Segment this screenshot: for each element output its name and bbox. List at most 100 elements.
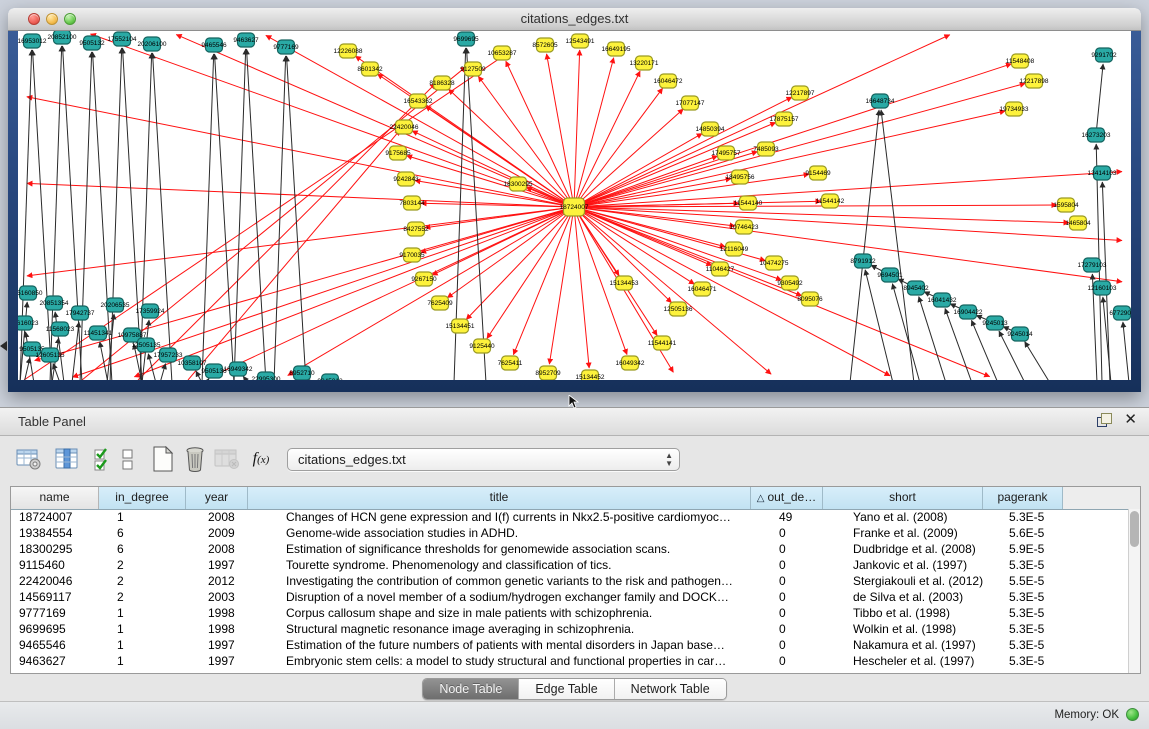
table-cell[interactable]: 5.3E-5 bbox=[983, 621, 1063, 637]
table-cell[interactable]: Changes of HCN gene expression and I(f) … bbox=[248, 509, 751, 525]
table-cell[interactable]: 0 bbox=[751, 637, 823, 653]
function-builder-icon[interactable]: f(x) bbox=[246, 444, 276, 474]
table-cell[interactable]: 18300295 bbox=[11, 541, 99, 557]
splitter-collapse-icon[interactable] bbox=[0, 341, 7, 351]
table-cell[interactable]: 2 bbox=[99, 589, 186, 605]
select-all-icon[interactable] bbox=[90, 444, 120, 474]
table-cell[interactable]: 2003 bbox=[186, 589, 248, 605]
table-cell[interactable]: 1997 bbox=[186, 557, 248, 573]
table-row[interactable]: 1938455462009Genome-wide association stu… bbox=[11, 525, 1128, 541]
table-cell[interactable]: 0 bbox=[751, 621, 823, 637]
table-cell[interactable]: 1 bbox=[99, 605, 186, 621]
table-cell[interactable]: Tourette syndrome. Phenomenology and cla… bbox=[248, 557, 751, 573]
table-cell[interactable]: 0 bbox=[751, 653, 823, 669]
table-cell[interactable]: Hescheler et al. (1997) bbox=[823, 653, 983, 669]
table-cell[interactable]: 2012 bbox=[186, 573, 248, 589]
table-cell[interactable]: 9699695 bbox=[11, 621, 99, 637]
table-cell[interactable]: 9463627 bbox=[11, 653, 99, 669]
table-cell[interactable]: 0 bbox=[751, 589, 823, 605]
table-cell[interactable]: 2008 bbox=[186, 541, 248, 557]
table-cell[interactable]: 0 bbox=[751, 605, 823, 621]
table-cell[interactable]: 5.5E-5 bbox=[983, 573, 1063, 589]
table-cell[interactable]: Jankovic et al. (1997) bbox=[823, 557, 983, 573]
table-row[interactable]: 1830029562008Estimation of significance … bbox=[11, 541, 1128, 557]
table-cell[interactable]: 0 bbox=[751, 557, 823, 573]
table-cell[interactable]: 19384554 bbox=[11, 525, 99, 541]
table-cell[interactable]: Investigating the contribution of common… bbox=[248, 573, 751, 589]
table-cell[interactable]: 6 bbox=[99, 525, 186, 541]
column-header-in-degree[interactable]: in_degree bbox=[99, 487, 186, 509]
table-row[interactable]: 2242004622012Investigating the contribut… bbox=[11, 573, 1128, 589]
table-cell[interactable]: 0 bbox=[751, 573, 823, 589]
unselect-rows-icon[interactable] bbox=[118, 444, 138, 474]
table-cell[interactable]: 1 bbox=[99, 509, 186, 525]
table-row[interactable]: 911546021997Tourette syndrome. Phenomeno… bbox=[11, 557, 1128, 573]
tab-edge-table[interactable]: Edge Table bbox=[519, 679, 614, 699]
table-cell[interactable]: de Silva et al. (2003) bbox=[823, 589, 983, 605]
table-cell[interactable]: Corpus callosum shape and size in male p… bbox=[248, 605, 751, 621]
show-columns-icon[interactable] bbox=[52, 444, 82, 474]
table-cell[interactable]: Genome-wide association studies in ADHD. bbox=[248, 525, 751, 541]
table-cell[interactable]: Dudbridge et al. (2008) bbox=[823, 541, 983, 557]
table-cell[interactable]: Disruption of a novel member of a sodium… bbox=[248, 589, 751, 605]
close-panel-icon[interactable]: ✕ bbox=[1124, 413, 1137, 427]
table-source-select[interactable]: citations_edges.txt ▲▼ bbox=[287, 448, 680, 471]
new-table-icon[interactable] bbox=[148, 444, 178, 474]
table-cell[interactable]: 9115460 bbox=[11, 557, 99, 573]
float-panel-icon[interactable] bbox=[1097, 413, 1112, 427]
table-cell[interactable]: 22420046 bbox=[11, 573, 99, 589]
table-cell[interactable]: 1998 bbox=[186, 605, 248, 621]
table-cell[interactable]: 1997 bbox=[186, 637, 248, 653]
table-cell[interactable]: 5.3E-5 bbox=[983, 605, 1063, 621]
table-cell[interactable]: 1 bbox=[99, 637, 186, 653]
tab-network-table[interactable]: Network Table bbox=[615, 679, 726, 699]
table-vertical-scrollbar[interactable] bbox=[1128, 509, 1140, 673]
table-cell[interactable]: 5.3E-5 bbox=[983, 557, 1063, 573]
table-cell[interactable]: Franke et al. (2009) bbox=[823, 525, 983, 541]
table-cell[interactable]: Nakamura et al. (1997) bbox=[823, 637, 983, 653]
table-cell[interactable]: 0 bbox=[751, 525, 823, 541]
column-header-name[interactable]: name bbox=[11, 487, 99, 509]
column-header-year[interactable]: year bbox=[186, 487, 248, 509]
table-cell[interactable]: 9465546 bbox=[11, 637, 99, 653]
column-header-pagerank[interactable]: pagerank bbox=[983, 487, 1063, 509]
tab-node-table[interactable]: Node Table bbox=[423, 679, 519, 699]
table-cell[interactable]: Estimation of the future numbers of pati… bbox=[248, 637, 751, 653]
column-header-title[interactable]: title bbox=[248, 487, 751, 509]
network-canvas[interactable]: 1872400718300295106532878572605912750981… bbox=[18, 31, 1131, 380]
column-header-short[interactable]: short bbox=[823, 487, 983, 509]
scrollbar-thumb[interactable] bbox=[1130, 511, 1139, 547]
table-cell[interactable]: 1 bbox=[99, 621, 186, 637]
table-cell[interactable]: Embryonic stem cells: a model to study s… bbox=[248, 653, 751, 669]
table-settings-icon[interactable] bbox=[14, 444, 44, 474]
table-cell[interactable]: 2 bbox=[99, 573, 186, 589]
table-row[interactable]: 1872400712008Changes of HCN gene express… bbox=[11, 509, 1128, 525]
table-row[interactable]: 977716911998Corpus callosum shape and si… bbox=[11, 605, 1128, 621]
table-cell[interactable]: Tibbo et al. (1998) bbox=[823, 605, 983, 621]
table-cell[interactable]: 18724007 bbox=[11, 509, 99, 525]
table-cell[interactable]: 5.3E-5 bbox=[983, 653, 1063, 669]
table-cell[interactable]: 14569117 bbox=[11, 589, 99, 605]
table-cell[interactable]: 1998 bbox=[186, 621, 248, 637]
table-cell[interactable]: 0 bbox=[751, 541, 823, 557]
table-cell[interactable]: 5.6E-5 bbox=[983, 525, 1063, 541]
table-cell[interactable]: 5.9E-5 bbox=[983, 541, 1063, 557]
table-cell[interactable]: 5.3E-5 bbox=[983, 589, 1063, 605]
table-cell[interactable]: Yano et al. (2008) bbox=[823, 509, 983, 525]
window-titlebar[interactable]: citations_edges.txt bbox=[8, 8, 1141, 31]
table-cell[interactable]: Estimation of significance thresholds fo… bbox=[248, 541, 751, 557]
table-cell[interactable]: 6 bbox=[99, 541, 186, 557]
table-cell[interactable]: 5.3E-5 bbox=[983, 637, 1063, 653]
table-cell[interactable]: Stergiakouli et al. (2012) bbox=[823, 573, 983, 589]
table-row[interactable]: 1456911722003Disruption of a novel membe… bbox=[11, 589, 1128, 605]
table-cell[interactable]: 1997 bbox=[186, 653, 248, 669]
table-row[interactable]: 969969511998Structural magnetic resonanc… bbox=[11, 621, 1128, 637]
column-header-out-degree[interactable]: △out_de… bbox=[751, 487, 823, 509]
table-row[interactable]: 946362711997Embryonic stem cells: a mode… bbox=[11, 653, 1128, 669]
table-cell[interactable]: 9777169 bbox=[11, 605, 99, 621]
table-cell[interactable]: Wolkin et al. (1998) bbox=[823, 621, 983, 637]
table-cell[interactable]: Structural magnetic resonance image aver… bbox=[248, 621, 751, 637]
table-cell[interactable]: 2008 bbox=[186, 509, 248, 525]
table-row[interactable]: 946554611997Estimation of the future num… bbox=[11, 637, 1128, 653]
table-cell[interactable]: 5.3E-5 bbox=[983, 509, 1063, 525]
